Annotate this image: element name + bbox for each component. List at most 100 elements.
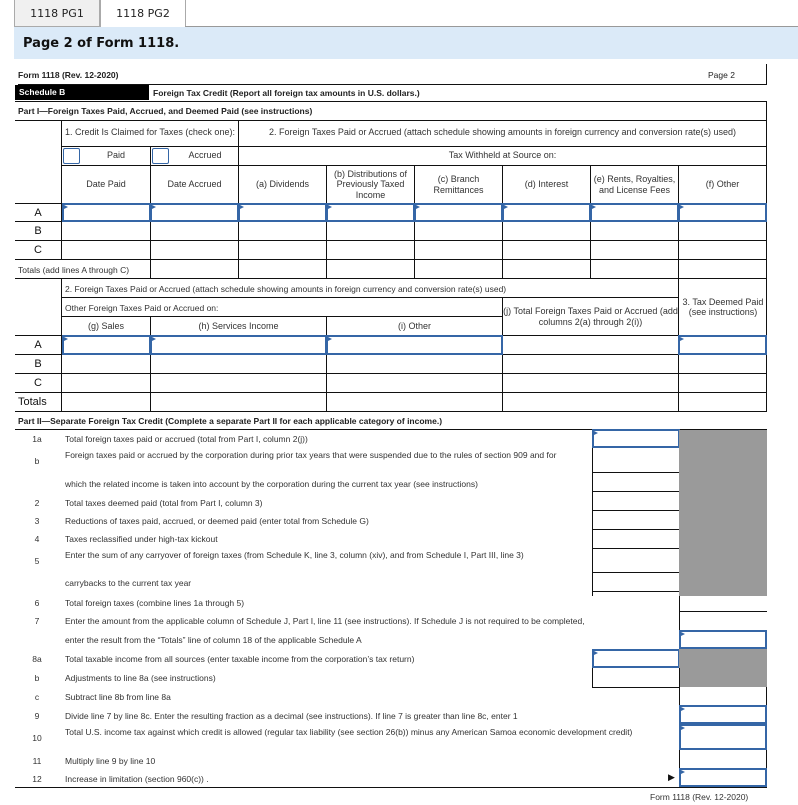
divider: [592, 529, 679, 530]
line-no-9: 9: [34, 711, 40, 721]
line-8a-input[interactable]: [592, 649, 680, 668]
divider: [592, 491, 679, 492]
row-label-b: B: [34, 225, 42, 237]
divider: [679, 668, 680, 687]
accrued-label: Accrued: [188, 150, 222, 161]
col1-header: 1. Credit Is Claimed for Taxes (check on…: [65, 126, 235, 137]
line-4-text: Taxes reclassified under high-tax kickou…: [65, 534, 218, 544]
row-label-c: C: [34, 244, 42, 256]
divider: [592, 687, 679, 688]
services-income-input-a[interactable]: [150, 335, 327, 355]
divider: [15, 787, 767, 788]
sales-input-a[interactable]: [62, 335, 151, 355]
line-no-4: 4: [34, 534, 40, 544]
rents-input-a[interactable]: [590, 203, 679, 222]
line-no-2: 2: [34, 498, 40, 508]
form-id: Form 1118 (Rev. 12-2020): [18, 70, 119, 80]
other-input-a[interactable]: [678, 203, 767, 222]
date-accrued-input-a[interactable]: [150, 203, 239, 222]
schedule-title: Foreign Tax Credit (Report all foreign t…: [153, 88, 420, 98]
line-7-input[interactable]: [679, 630, 767, 649]
line-no-12: 12: [32, 774, 42, 784]
col2-header: 2. Foreign Taxes Paid or Accrued (attach…: [268, 126, 737, 137]
line-3-text: Reductions of taxes paid, accrued, or de…: [65, 516, 369, 526]
divider: [592, 572, 679, 573]
branch-remittances-input-a[interactable]: [414, 203, 503, 222]
line-no-8a: 8a: [32, 654, 42, 664]
divider: [592, 429, 593, 596]
line-no-10: 10: [32, 733, 42, 743]
line-1a-input[interactable]: [592, 429, 680, 448]
line-no-8b: b: [34, 673, 40, 683]
line-10-input[interactable]: [679, 724, 767, 750]
form-footer: Form 1118 (Rev. 12-2020): [650, 792, 749, 802]
shaded-area: [679, 430, 767, 596]
line-8a-text: Total taxable income from all sources (e…: [65, 654, 415, 664]
divider: [592, 472, 679, 473]
line-1b-cont-text: which the related income is taken into a…: [65, 479, 478, 489]
page-label: Page 2: [708, 70, 735, 80]
divider: [679, 687, 680, 706]
divider: [15, 392, 767, 393]
i-other-input-a[interactable]: [326, 335, 503, 355]
col-rents-royalties: (e) Rents, Royalties, and License Fees: [593, 174, 676, 195]
line-12-text: Increase in limitation (section 960(c)) …: [65, 774, 209, 784]
divider: [766, 750, 767, 768]
col-sales: (g) Sales: [87, 320, 124, 331]
line-9-input[interactable]: [679, 705, 767, 724]
line-7-text: Enter the amount from the applicable col…: [65, 616, 585, 626]
divider: [679, 750, 680, 768]
col-interest: (d) Interest: [524, 179, 569, 190]
divider: [592, 591, 679, 592]
line-no-8c: c: [34, 692, 40, 702]
accrued-checkbox[interactable]: [152, 148, 169, 164]
col-3-tax-deemed: 3. Tax Deemed Paid (see instructions): [682, 296, 764, 317]
line-no-7: 7: [34, 616, 40, 626]
other-taxes-header: Other Foreign Taxes Paid or Accrued on:: [65, 303, 219, 313]
divider: [678, 278, 679, 336]
interest-input-a[interactable]: [502, 203, 591, 222]
line-no-11: 11: [32, 756, 42, 766]
divider: [679, 611, 767, 612]
row2-label-b: B: [34, 358, 42, 370]
tax-deemed-paid-input-a[interactable]: [678, 335, 767, 355]
row-label-a: A: [34, 207, 42, 219]
line-8c-text: Subtract line 8b from line 8a: [65, 692, 171, 702]
line-9-text: Divide line 7 by line 8c. Enter the resu…: [65, 711, 518, 721]
tab-1118-pg1[interactable]: 1118 PG1: [14, 0, 100, 27]
date-paid-input-a[interactable]: [62, 203, 151, 222]
tab-1118-pg2[interactable]: 1118 PG2: [100, 0, 186, 27]
distributions-input-a[interactable]: [326, 203, 415, 222]
line-5-text: Enter the sum of any carryover of foreig…: [65, 550, 524, 560]
line-11-text: Multiply line 9 by line 10: [65, 756, 156, 766]
col-distributions: (b) Distributions of Previously Taxed In…: [333, 168, 408, 200]
col2b-header: 2. Foreign Taxes Paid or Accrued (attach…: [65, 284, 507, 294]
line-no-1a: 1a: [32, 434, 42, 444]
paid-checkbox[interactable]: [63, 148, 80, 164]
line-6-text: Total foreign taxes (combine lines 1a th…: [65, 598, 245, 608]
col-other: (f) Other: [705, 179, 740, 190]
schedule-label: Schedule B: [19, 87, 66, 97]
divider: [592, 668, 593, 687]
col-dividends: (a) Dividends: [255, 179, 310, 190]
row2-label-c: C: [34, 377, 42, 389]
line-2-text: Total taxes deemed paid (total from Part…: [65, 498, 263, 508]
page-banner: Page 2 of Form 1118.: [14, 27, 798, 59]
col-branch-remittances: (c) Branch Remittances: [433, 174, 484, 195]
line-no-1b: b: [34, 456, 40, 466]
withheld-header: Tax Withheld at Source on:: [448, 150, 557, 161]
shaded-area-8: [679, 649, 767, 687]
line-1a-text: Total foreign taxes paid or accrued (tot…: [65, 434, 308, 444]
dividends-input-a[interactable]: [238, 203, 327, 222]
col-date-accrued: Date Accrued: [167, 179, 222, 190]
tab-bar: 1118 PG1 1118 PG2: [14, 0, 186, 27]
divider: [592, 510, 679, 511]
col-services-income: (h) Services Income: [198, 320, 279, 331]
totals2-label: Totals: [18, 396, 47, 408]
divider: [15, 259, 767, 260]
line-7-cont-text: enter the result from the “Totals” line …: [65, 635, 362, 645]
divider: [15, 411, 767, 412]
divider: [15, 101, 767, 102]
line-12-input[interactable]: [679, 768, 767, 787]
page-title: Page 2 of Form 1118.: [23, 35, 180, 51]
